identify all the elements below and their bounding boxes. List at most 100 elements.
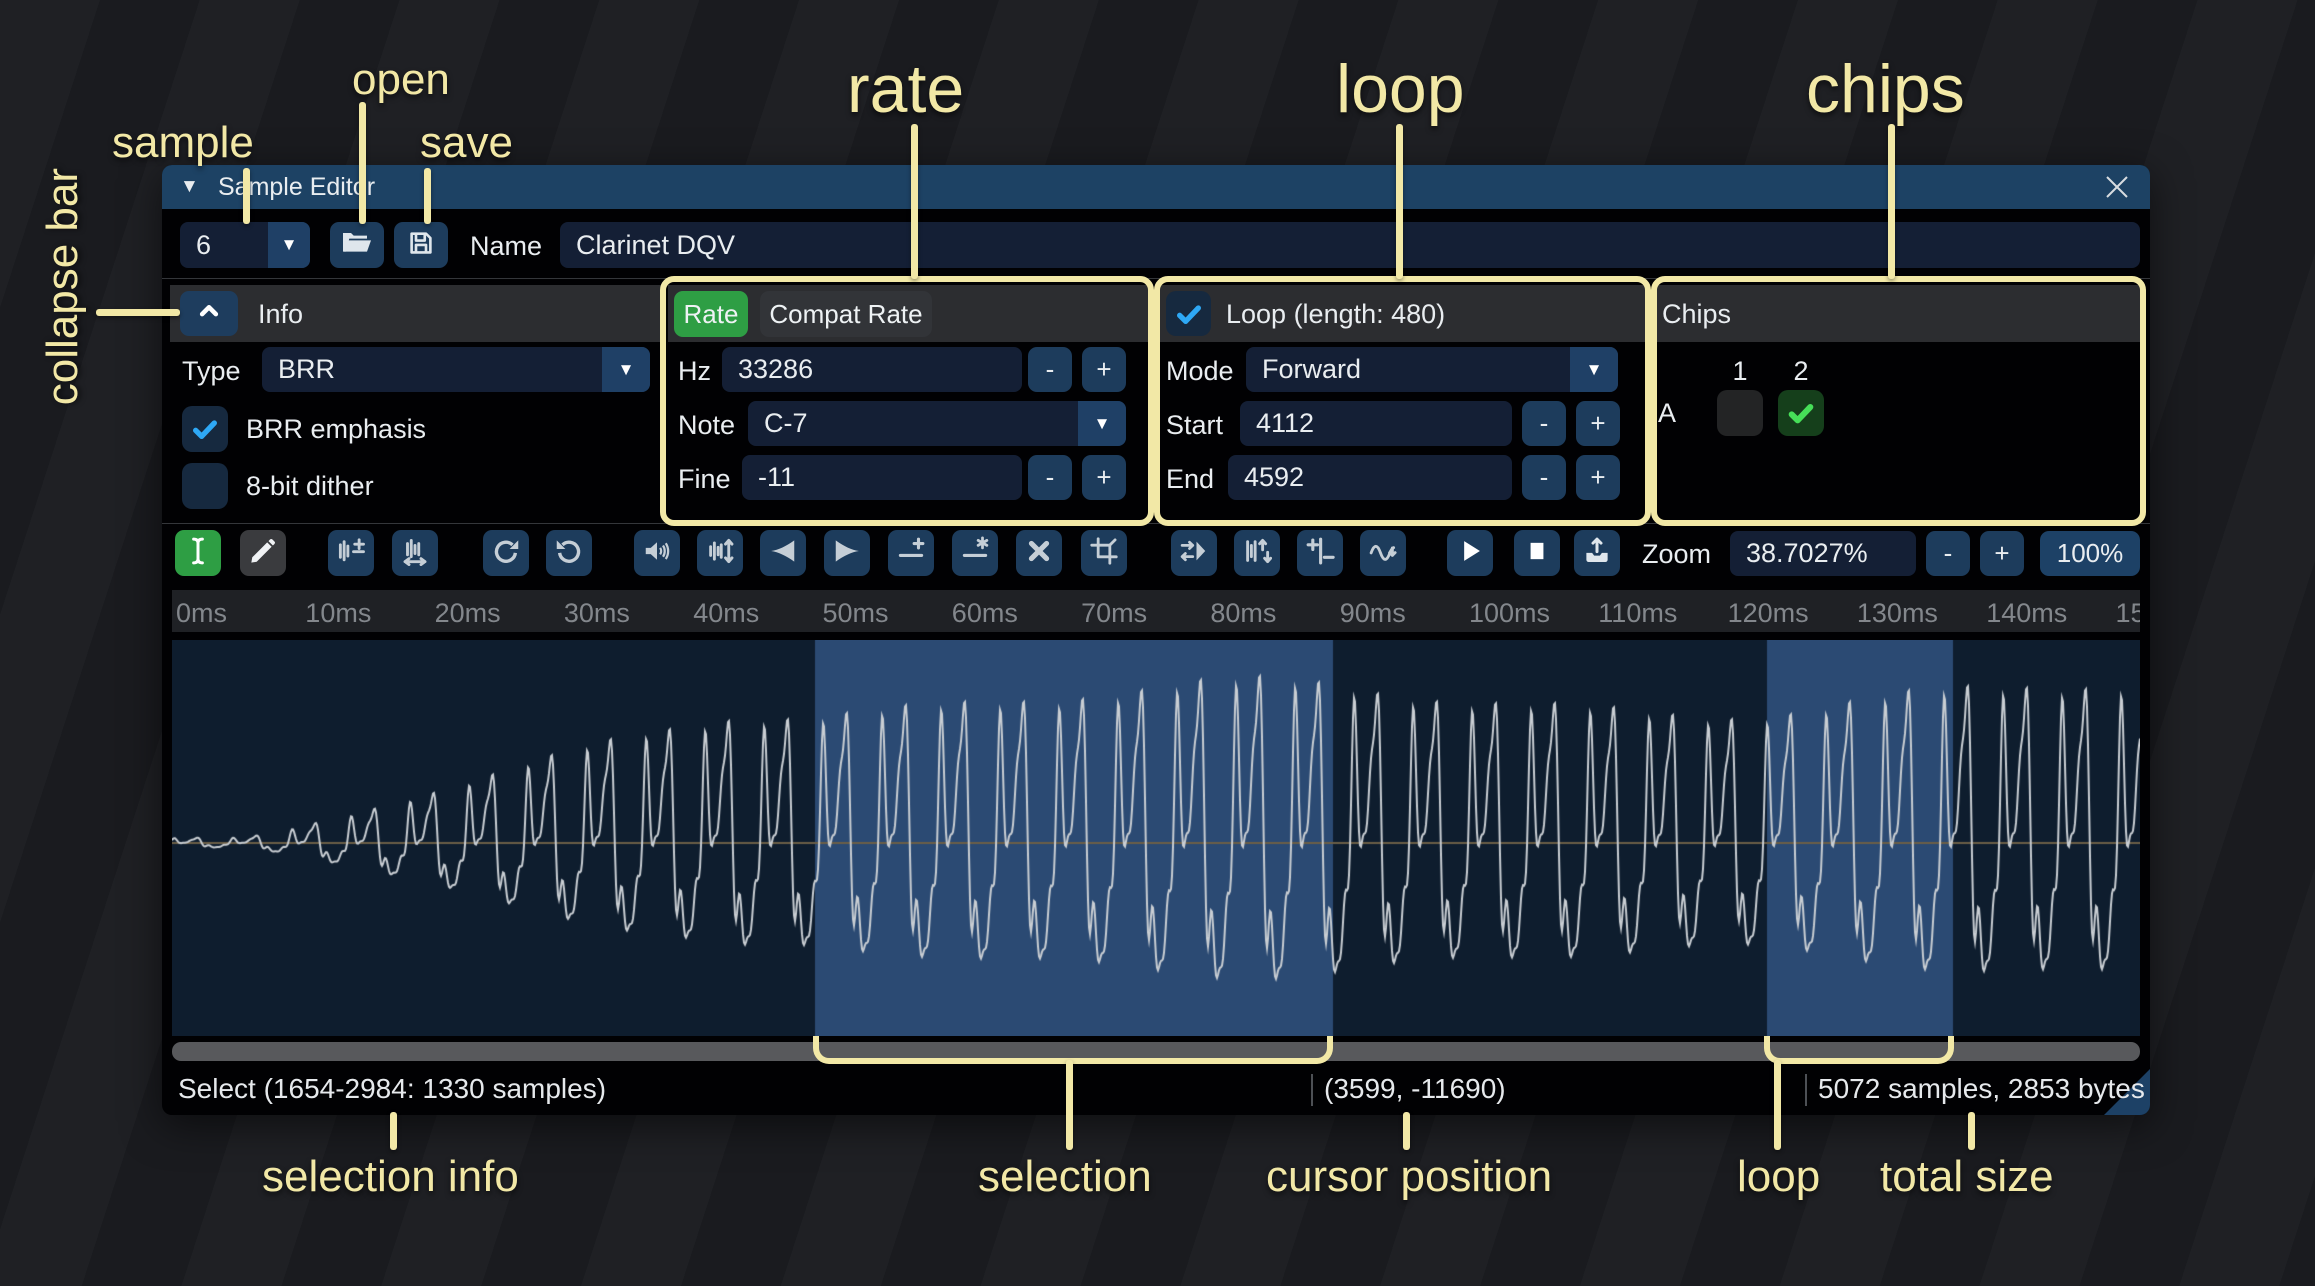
normalize-waveform-icon [705, 536, 735, 571]
zoom-value: 38.7027% [1746, 538, 1868, 569]
annotation-sample: sample [112, 118, 254, 168]
collapse-bar-button[interactable] [180, 291, 238, 336]
annotation-chips-box [1651, 276, 2146, 526]
sample-select[interactable]: 6 ▼ [180, 222, 310, 268]
annotation-line-loop [1396, 124, 1403, 279]
type-label: Type [182, 356, 241, 387]
delete-button[interactable] [1016, 530, 1062, 576]
chevron-down-icon: ▼ [602, 347, 650, 392]
window-collapse-triangle-icon[interactable]: ▼ [180, 176, 199, 198]
annotation-open: open [352, 55, 450, 105]
upload-icon [1582, 536, 1612, 571]
stop-icon [1523, 537, 1551, 570]
annotation-line-loop-bottom [1774, 1060, 1781, 1150]
invert-waveform-icon [1242, 536, 1272, 571]
play-icon [1456, 537, 1484, 570]
annotation-save: save [420, 118, 513, 168]
cursor-position-text: (3599, -11690) [1324, 1073, 1506, 1105]
annotation-line-open [359, 102, 366, 224]
name-input[interactable]: Clarinet DQV [560, 222, 2140, 268]
annotation-selection-info: selection info [262, 1152, 519, 1202]
stop-preview-button[interactable] [1514, 530, 1560, 576]
redo-button[interactable] [546, 530, 592, 576]
invert-button[interactable] [1234, 530, 1280, 576]
undo-button[interactable] [483, 530, 529, 576]
ruler-label: 30ms [564, 598, 630, 629]
folder-open-icon [341, 227, 373, 264]
zoom-input[interactable]: 38.7027% [1730, 531, 1916, 576]
brr-emphasis-checkbox[interactable] [182, 406, 228, 452]
ruler-label: 140ms [1986, 598, 2067, 629]
insert-silence-button[interactable] [888, 530, 934, 576]
dither-label: 8-bit dither [246, 471, 374, 502]
fade-out-button[interactable] [824, 530, 870, 576]
select-tool-button[interactable] [175, 530, 221, 576]
zoom-out-button[interactable]: - [1926, 531, 1970, 576]
resample-button[interactable] [392, 530, 438, 576]
type-dropdown[interactable]: BRR ▼ [262, 347, 650, 392]
fade-in-button[interactable] [760, 530, 806, 576]
annotation-selection-bracket [813, 1036, 1333, 1064]
draw-tool-button[interactable] [240, 530, 286, 576]
ruler-label: 150ms [2116, 598, 2141, 629]
window-titlebar[interactable] [162, 165, 2150, 209]
name-input-value: Clarinet DQV [576, 230, 735, 261]
ruler-label: 80ms [1210, 598, 1276, 629]
annotation-loop-top: loop [1336, 50, 1465, 128]
create-instrument-button[interactable] [1574, 530, 1620, 576]
fade-out-icon [832, 536, 862, 571]
zoom-in-button[interactable]: + [1980, 531, 2024, 576]
crop-icon [1090, 537, 1118, 570]
preview-button[interactable] [1447, 530, 1493, 576]
redo-icon [554, 536, 584, 571]
status-separator [1311, 1074, 1313, 1106]
annotation-cursor-position: cursor position [1266, 1152, 1552, 1202]
annotation-line-rate [911, 124, 918, 279]
zoom-reset-button[interactable]: 100% [2040, 531, 2140, 576]
type-dropdown-value: BRR [278, 354, 335, 385]
ruler-label: 120ms [1728, 598, 1809, 629]
waveform-canvas[interactable] [172, 640, 2140, 1036]
pencil-icon [249, 537, 277, 570]
window-title: Sample Editor [218, 173, 375, 202]
annotation-loop-box [1154, 276, 1651, 526]
time-ruler[interactable]: 0ms10ms20ms30ms40ms50ms60ms70ms80ms90ms1… [172, 590, 2140, 632]
ruler-label: 50ms [823, 598, 889, 629]
status-separator [1805, 1074, 1807, 1106]
annotation-selection: selection [978, 1152, 1152, 1202]
save-sample-button[interactable] [394, 222, 448, 268]
save-floppy-icon [406, 228, 436, 263]
apply-filter-button[interactable] [1360, 530, 1406, 576]
amplify-button[interactable] [634, 530, 680, 576]
annotation-rate-box [660, 276, 1154, 526]
resize-button[interactable] [328, 530, 374, 576]
reverse-icon [1179, 536, 1209, 571]
total-size-text: 5072 samples, 2853 bytes [1818, 1073, 2145, 1105]
reverse-button[interactable] [1171, 530, 1217, 576]
ibeam-cursor-icon [183, 536, 213, 571]
dither-checkbox[interactable] [182, 463, 228, 509]
annotation-line-selection-info [390, 1112, 397, 1150]
insert-silence-icon [896, 536, 926, 571]
annotation-collapse-bar: collapse bar [38, 168, 88, 405]
annotation-line-chips [1888, 124, 1895, 279]
apply-silence-button[interactable] [952, 530, 998, 576]
signed-unsigned-button[interactable] [1297, 530, 1343, 576]
annotation-line-cursor-position [1403, 1112, 1410, 1150]
annotation-rate: rate [847, 50, 964, 128]
sample-select-value: 6 [196, 230, 211, 261]
selection-info-text: Select (1654-2984: 1330 samples) [178, 1073, 606, 1105]
info-panel-title: Info [258, 299, 303, 330]
annotation-line-total-size [1968, 1112, 1975, 1150]
ruler-label: 10ms [305, 598, 371, 629]
close-icon[interactable] [2102, 172, 2132, 207]
annotation-line-sample [243, 168, 250, 224]
open-sample-button[interactable] [330, 222, 384, 268]
ruler-label: 90ms [1340, 598, 1406, 629]
resample-waveform-icon [400, 536, 430, 571]
chevron-down-icon[interactable]: ▼ [268, 222, 310, 268]
trim-button[interactable] [1081, 530, 1127, 576]
ruler-label: 70ms [1081, 598, 1147, 629]
normalize-button[interactable] [697, 530, 743, 576]
ruler-label: 60ms [952, 598, 1018, 629]
